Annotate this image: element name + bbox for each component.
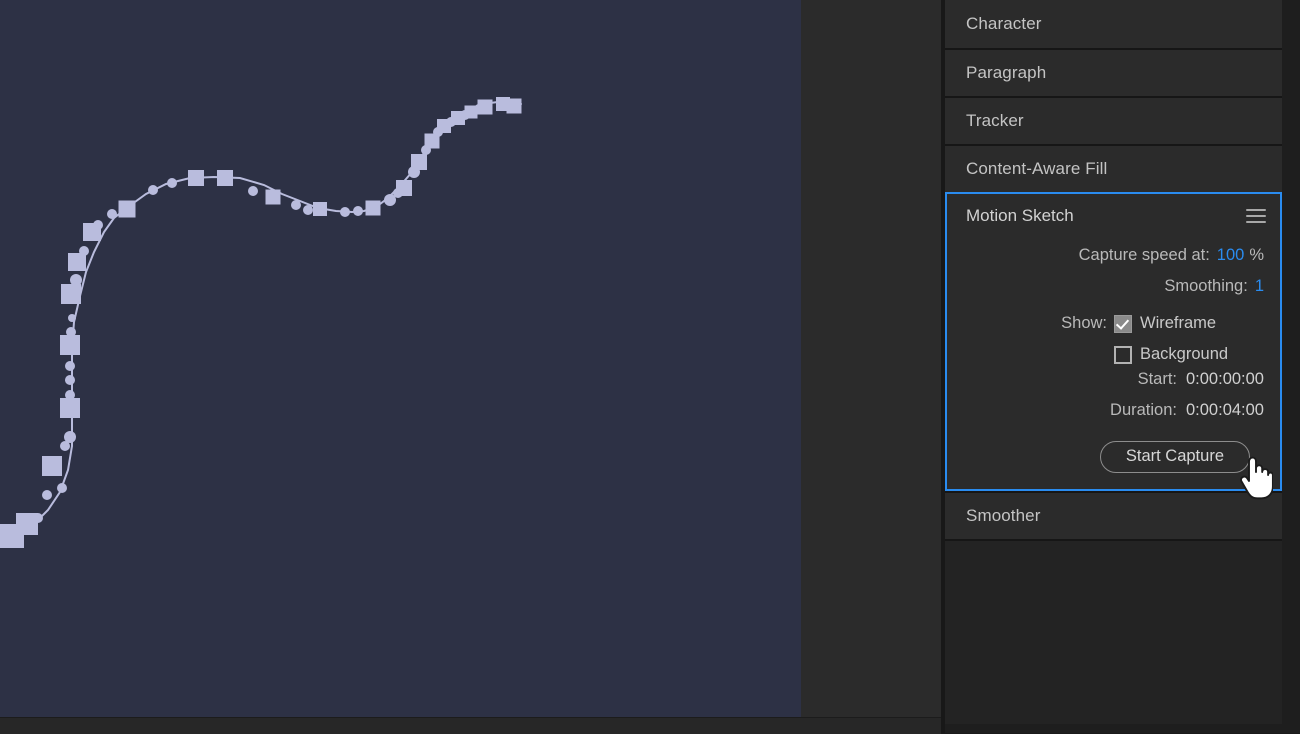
motion-path-dot[interactable] [107,209,117,219]
motion-sketch-title: Motion Sketch [966,206,1074,226]
motion-path-dot[interactable] [57,483,67,493]
panel-empty-area [945,539,1282,724]
motion-path-keyframe[interactable] [465,106,478,119]
motion-path-dot[interactable] [64,431,76,443]
motion-path-keyframe[interactable] [68,253,86,271]
motion-sketch-body: Capture speed at: 100 % Smoothing: 1 Sho… [947,238,1280,473]
background-label: Background [1132,345,1264,364]
motion-path-dot[interactable] [303,205,313,215]
show-wireframe-row: Show: Wireframe [947,308,1264,339]
motion-path-keyframe[interactable] [396,180,412,196]
capture-speed-value[interactable]: 100 [1217,246,1245,265]
panel-header-tracker[interactable]: Tracker [945,96,1282,144]
motion-path-dot[interactable] [68,314,76,322]
start-label: Start: [1138,370,1186,389]
panel-title-content-aware-fill: Content-Aware Fill [945,159,1107,179]
right-panel-column: Character Paragraph Tracker Content-Awar… [941,0,1300,733]
motion-path-keyframe[interactable] [478,100,493,115]
motion-path-keyframe[interactable] [313,202,327,216]
motion-path-dot[interactable] [42,490,52,500]
hamburger-menu-icon[interactable] [1246,209,1266,223]
motion-path-keyframe[interactable] [451,111,465,125]
start-row: Start: 0:00:00:00 [947,370,1264,401]
wireframe-checkbox[interactable] [1114,315,1132,333]
motion-path-keyframe[interactable] [119,201,136,218]
motion-path-keyframe[interactable] [437,119,451,133]
show-background-row: Background [947,339,1264,370]
panel-header-content-aware-fill[interactable]: Content-Aware Fill [945,144,1282,192]
start-capture-button[interactable]: Start Capture [1100,441,1250,473]
panel-header-character[interactable]: Character [945,0,1282,48]
capture-speed-label: Capture speed at: [1079,246,1217,265]
motion-path-dot[interactable] [340,207,350,217]
motion-path-keyframe[interactable] [60,398,80,418]
show-label: Show: [1061,314,1114,333]
motion-path-keyframe[interactable] [217,170,233,186]
motion-path-keyframe[interactable] [83,223,101,241]
start-value[interactable]: 0:00:00:00 [1186,370,1264,389]
motion-sketch-header[interactable]: Motion Sketch [947,194,1280,238]
capture-speed-unit: % [1244,246,1264,265]
motion-path-dot[interactable] [65,375,75,385]
motion-path-dot[interactable] [65,361,75,371]
motion-path-keyframe[interactable] [425,134,440,149]
panel-header-paragraph[interactable]: Paragraph [945,48,1282,96]
after-effects-window: Character Paragraph Tracker Content-Awar… [0,0,1300,733]
smoothing-row: Smoothing: 1 [947,277,1264,308]
panel-stack: Character Paragraph Tracker Content-Awar… [945,0,1282,724]
smoothing-label: Smoothing: [1164,277,1254,296]
duration-value[interactable]: 0:00:04:00 [1186,401,1264,420]
capture-speed-row: Capture speed at: 100 % [947,246,1264,277]
motion-path-keyframe[interactable] [42,456,62,476]
background-checkbox[interactable] [1114,346,1132,364]
motion-path-keyframe[interactable] [188,170,204,186]
motion-path-keyframe[interactable] [16,513,38,535]
panel-title-smoother: Smoother [945,506,1041,526]
motion-path-dot[interactable] [353,206,363,216]
panel-title-tracker: Tracker [945,111,1024,131]
wireframe-label: Wireframe [1132,314,1264,333]
start-capture-row: Start Capture [947,432,1264,473]
duration-row: Duration: 0:00:04:00 [947,401,1264,432]
duration-label: Duration: [1110,401,1186,420]
viewer-bottom-bar [0,717,941,734]
motion-path [0,0,801,717]
motion-path-keyframe[interactable] [366,201,381,216]
motion-path-dot[interactable] [248,186,258,196]
motion-path-curve [12,101,521,536]
motion-sketch-panel: Motion Sketch Capture speed at: 100 % Sm… [945,192,1282,491]
motion-path-dot[interactable] [148,185,158,195]
smoothing-value[interactable]: 1 [1255,277,1264,296]
motion-path-keyframe[interactable] [61,284,81,304]
composition-viewer-area [0,0,941,733]
motion-path-keyframe[interactable] [60,335,80,355]
motion-path-dot[interactable] [291,200,301,210]
motion-path-keyframe[interactable] [411,154,427,170]
panel-title-paragraph: Paragraph [945,63,1046,83]
motion-path-keyframe[interactable] [507,99,522,114]
panel-title-character: Character [945,14,1042,34]
motion-path-dot[interactable] [167,178,177,188]
composition-canvas[interactable] [0,0,801,717]
panel-header-smoother[interactable]: Smoother [945,491,1282,539]
motion-path-keyframe[interactable] [266,190,281,205]
